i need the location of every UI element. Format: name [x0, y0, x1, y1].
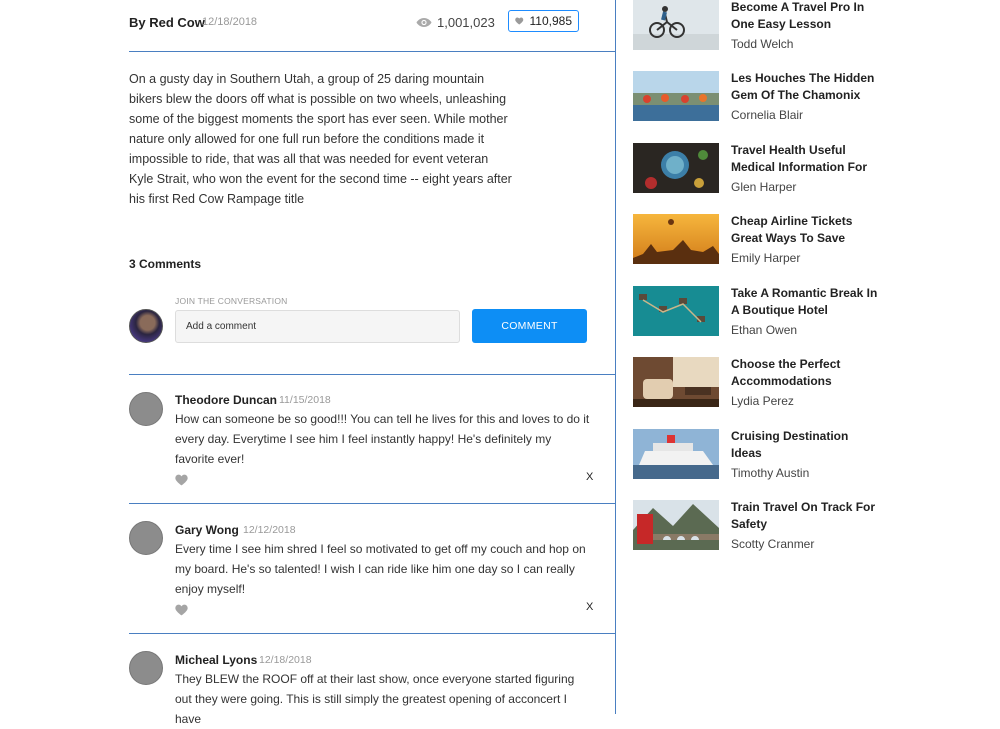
- commenter-name[interactable]: Gary Wong: [175, 523, 239, 537]
- eye-icon: [416, 18, 432, 27]
- close-icon[interactable]: X: [586, 471, 593, 483]
- related-article[interactable]: Cheap Airline Tickets Great Ways To Save…: [633, 214, 973, 266]
- join-conversation-label: JOIN THE CONVERSATION: [175, 296, 288, 306]
- comment-date: 12/18/2018: [259, 654, 312, 666]
- article-title[interactable]: Take A Romantic Break In A Boutique Hote…: [731, 285, 881, 319]
- heart-icon[interactable]: [175, 604, 188, 616]
- article-title[interactable]: Train Travel On Track For Safety: [731, 499, 881, 533]
- heart-icon: [515, 17, 524, 25]
- comment-input[interactable]: [175, 310, 460, 343]
- article-title[interactable]: Choose the Perfect Accommodations: [731, 356, 881, 390]
- article-thumbnail[interactable]: [633, 214, 719, 264]
- article-title[interactable]: Cruising Destination Ideas: [731, 428, 881, 462]
- article-title[interactable]: Travel Health Useful Medical Information…: [731, 142, 881, 176]
- commenter-name[interactable]: Theodore Duncan: [175, 393, 277, 407]
- related-article[interactable]: Train Travel On Track For Safety Scotty …: [633, 500, 973, 552]
- column-divider: [615, 0, 616, 714]
- article-thumbnail[interactable]: [633, 71, 719, 121]
- article-author: Glen Harper: [731, 180, 797, 194]
- close-icon[interactable]: X: [586, 601, 593, 613]
- article-thumbnail[interactable]: [633, 143, 719, 193]
- article-author: Scotty Cranmer: [731, 537, 815, 551]
- article-author: Emily Harper: [731, 251, 801, 265]
- post-date: 12/18/2018: [202, 16, 258, 28]
- article-author: Lydia Perez: [731, 394, 794, 408]
- current-user-avatar: [129, 309, 163, 343]
- post-author[interactable]: By Red Cow: [129, 15, 205, 30]
- article-author: Ethan Owen: [731, 323, 798, 337]
- article-author: Cornelia Blair: [731, 108, 804, 122]
- comment-text: Every time I see him shred I feel so mot…: [175, 542, 586, 596]
- divider: [129, 51, 615, 52]
- article-body: On a gusty day in Southern Utah, a group…: [129, 72, 512, 206]
- divider: [129, 503, 615, 504]
- like-button[interactable]: 110,985: [508, 10, 579, 32]
- related-article[interactable]: Choose the Perfect Accommodations Lydia …: [633, 357, 973, 409]
- views-count: 1,001,023: [416, 15, 495, 30]
- article-title[interactable]: Les Houches The Hidden Gem Of The Chamon…: [731, 70, 881, 104]
- article-author: Timothy Austin: [731, 466, 810, 480]
- comment-date: 12/12/2018: [243, 524, 296, 536]
- comment-submit-button[interactable]: COMMENT: [472, 309, 587, 343]
- article-thumbnail[interactable]: [633, 0, 719, 50]
- related-article[interactable]: Cruising Destination Ideas Timothy Austi…: [633, 429, 973, 481]
- commenter-name[interactable]: Micheal Lyons: [175, 653, 257, 667]
- article-thumbnail[interactable]: [633, 500, 719, 550]
- article-title[interactable]: Cheap Airline Tickets Great Ways To Save: [731, 213, 881, 247]
- likes-value: 110,985: [529, 14, 573, 28]
- comment-text: They BLEW the ROOF off at their last sho…: [175, 672, 575, 726]
- article-thumbnail[interactable]: [633, 357, 719, 407]
- views-value: 1,001,023: [437, 15, 495, 30]
- related-article[interactable]: Take A Romantic Break In A Boutique Hote…: [633, 286, 973, 338]
- article-title[interactable]: Become A Travel Pro In One Easy Lesson: [731, 0, 881, 33]
- comments-count: 3 Comments: [129, 257, 202, 271]
- related-article[interactable]: Become A Travel Pro In One Easy Lesson T…: [633, 0, 973, 52]
- comment-date: 11/15/2018: [279, 394, 331, 406]
- commenter-avatar: [129, 651, 163, 685]
- heart-icon[interactable]: [175, 474, 188, 486]
- article-column: By Red Cow 12/18/2018 1,001,023 110,985 …: [0, 0, 616, 726]
- related-article[interactable]: Travel Health Useful Medical Information…: [633, 143, 973, 195]
- comment-text: How can someone be so good!!! You can te…: [175, 412, 590, 466]
- divider: [129, 633, 615, 634]
- divider: [129, 374, 615, 375]
- article-thumbnail[interactable]: [633, 429, 719, 479]
- commenter-avatar: [129, 392, 163, 426]
- post-meta: By Red Cow 12/18/2018 1,001,023 110,985: [129, 8, 585, 36]
- related-article[interactable]: Les Houches The Hidden Gem Of The Chamon…: [633, 71, 973, 123]
- article-author: Todd Welch: [731, 37, 794, 51]
- article-thumbnail[interactable]: [633, 286, 719, 336]
- commenter-avatar: [129, 521, 163, 555]
